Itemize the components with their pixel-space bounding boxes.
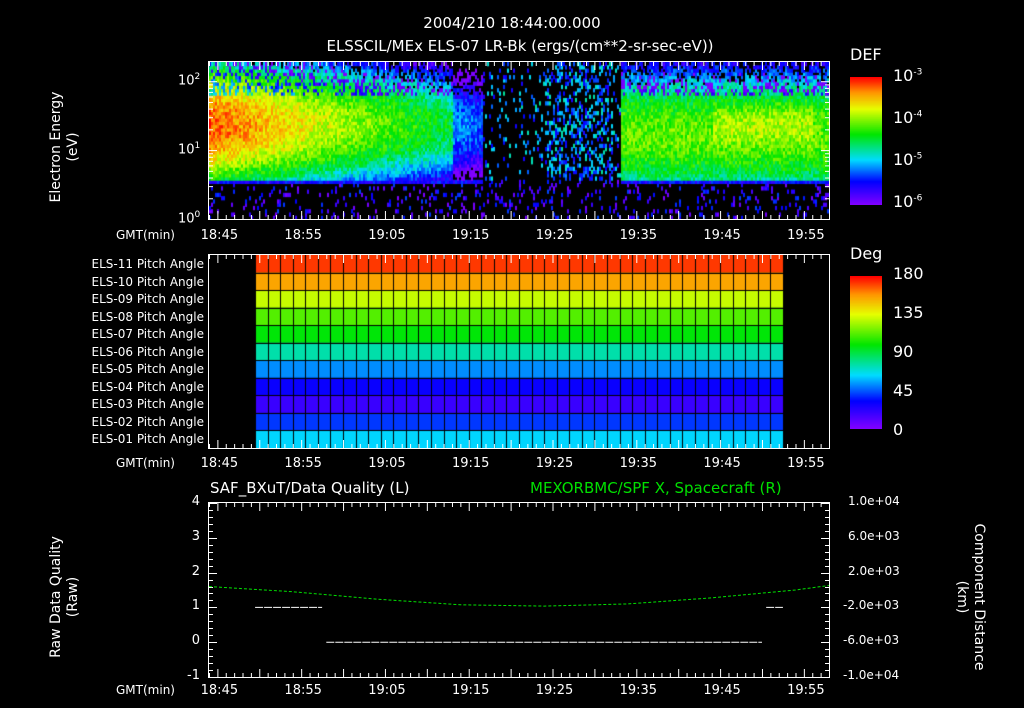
- pitch-angle-ticks: [209, 255, 830, 448]
